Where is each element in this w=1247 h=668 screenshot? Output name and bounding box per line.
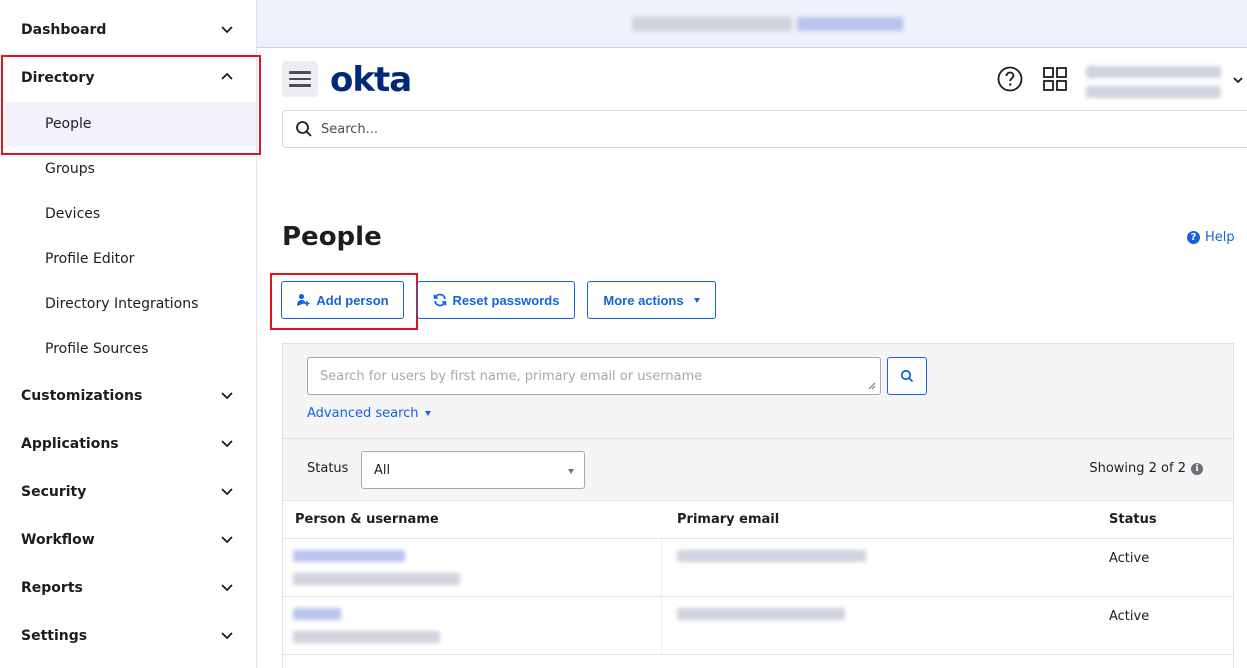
- top-banner: [257, 0, 1247, 48]
- help-link[interactable]: ? Help: [1187, 230, 1235, 245]
- redacted-email: [677, 550, 866, 562]
- people-panel: Advanced search Status All Showing 2 of …: [282, 343, 1234, 668]
- resize-grip-icon[interactable]: [868, 382, 876, 390]
- redacted-username: [293, 631, 440, 643]
- column-header-email[interactable]: Primary email: [677, 512, 779, 527]
- global-search[interactable]: [282, 110, 1247, 148]
- sidebar-item-settings[interactable]: Settings: [0, 614, 256, 658]
- help-circle-icon[interactable]: [997, 66, 1023, 92]
- chevron-down-icon: [221, 632, 233, 640]
- sidebar-item-profile-editor[interactable]: Profile Editor: [0, 237, 256, 281]
- redacted-username: [293, 573, 460, 585]
- sidebar-item-label: Devices: [45, 206, 101, 222]
- sidebar-item-label: Security: [21, 484, 87, 500]
- add-person-icon: [297, 293, 310, 306]
- sidebar: Dashboard Directory People Groups Device…: [0, 0, 257, 668]
- column-header-status[interactable]: Status: [1109, 512, 1157, 527]
- refresh-icon: [433, 293, 446, 307]
- table-row[interactable]: Active: [283, 597, 1233, 655]
- sidebar-item-label: Settings: [21, 628, 88, 644]
- sidebar-item-label: Dashboard: [21, 22, 107, 38]
- chevron-down-icon[interactable]: [1232, 74, 1244, 86]
- sidebar-item-groups[interactable]: Groups: [0, 147, 256, 191]
- sidebar-item-label: Profile Sources: [45, 341, 149, 357]
- advanced-search-label: Advanced search: [307, 406, 419, 421]
- sidebar-item-label: Directory: [21, 70, 95, 86]
- hamburger-icon: [289, 71, 311, 74]
- redacted-person-name[interactable]: [293, 550, 405, 562]
- status-select-value: All: [374, 462, 391, 478]
- redacted-person-name[interactable]: [293, 608, 341, 620]
- apps-grid-icon[interactable]: [1042, 66, 1068, 92]
- results-count-label: Showing 2 of 2: [1089, 461, 1186, 476]
- info-icon[interactable]: i: [1191, 462, 1203, 475]
- chevron-down-icon: [221, 584, 233, 592]
- sidebar-item-label: Workflow: [21, 532, 95, 548]
- user-search-area: Advanced search: [283, 344, 1233, 439]
- status-cell: Active: [1109, 551, 1150, 566]
- redacted-user-name[interactable]: [1086, 66, 1221, 78]
- add-person-label: Add person: [316, 292, 389, 308]
- status-filter-label: Status: [307, 461, 349, 476]
- search-icon: [900, 369, 914, 383]
- caret-down-icon: [693, 297, 700, 303]
- status-cell: Active: [1109, 609, 1150, 624]
- sidebar-item-label: Reports: [21, 580, 83, 596]
- redacted-email: [677, 608, 845, 620]
- search-icon: [296, 121, 312, 137]
- reset-passwords-button[interactable]: Reset passwords: [417, 281, 575, 319]
- status-select[interactable]: All: [361, 451, 585, 489]
- sidebar-item-customizations[interactable]: Customizations: [0, 374, 256, 418]
- results-count: Showing 2 of 2 i: [1089, 461, 1203, 476]
- column-divider: [661, 597, 662, 655]
- hamburger-icon-bar: [289, 84, 311, 87]
- sidebar-item-profile-sources[interactable]: Profile Sources: [0, 327, 256, 371]
- column-header-person[interactable]: Person & username: [295, 512, 439, 527]
- sidebar-item-label: People: [45, 116, 92, 132]
- sidebar-item-label: Groups: [45, 161, 95, 177]
- chevron-down-icon: [221, 26, 233, 34]
- user-search-button[interactable]: [887, 357, 927, 395]
- user-search-input[interactable]: [320, 368, 868, 384]
- redacted-user-org: [1086, 86, 1221, 98]
- help-icon: ?: [1187, 231, 1200, 244]
- table-row[interactable]: Active: [283, 539, 1233, 597]
- page-title: People: [282, 222, 382, 252]
- okta-logo[interactable]: okta: [330, 58, 412, 102]
- chevron-down-icon: [221, 440, 233, 448]
- redacted-link: [797, 17, 903, 31]
- menu-toggle-button[interactable]: [282, 61, 318, 97]
- user-search-field[interactable]: [307, 357, 881, 395]
- global-search-input[interactable]: [321, 121, 921, 137]
- redacted-text: [632, 17, 792, 31]
- more-actions-label: More actions: [603, 292, 684, 308]
- add-person-button[interactable]: Add person: [281, 281, 404, 319]
- sidebar-item-reports[interactable]: Reports: [0, 566, 256, 610]
- sidebar-item-label: Profile Editor: [45, 251, 135, 267]
- chevron-down-icon: [221, 488, 233, 496]
- caret-down-icon: [424, 411, 431, 416]
- sidebar-item-label: Directory Integrations: [45, 296, 199, 312]
- sidebar-item-directory-integrations[interactable]: Directory Integrations: [0, 282, 256, 326]
- sidebar-item-devices[interactable]: Devices: [0, 192, 256, 236]
- sidebar-item-label: Applications: [21, 436, 119, 452]
- hamburger-icon-bar: [289, 77, 311, 81]
- sidebar-item-security[interactable]: Security: [0, 470, 256, 514]
- chevron-down-icon: [221, 392, 233, 400]
- sidebar-item-directory[interactable]: Directory: [0, 56, 256, 100]
- chevron-down-icon: [221, 536, 233, 544]
- sidebar-item-dashboard[interactable]: Dashboard: [0, 8, 256, 52]
- caret-down-icon: [568, 469, 574, 474]
- advanced-search-link[interactable]: Advanced search: [307, 406, 431, 421]
- help-link-label: Help: [1205, 230, 1235, 245]
- filter-row: Status All Showing 2 of 2 i: [283, 439, 1233, 501]
- sidebar-item-workflow[interactable]: Workflow: [0, 518, 256, 562]
- reset-passwords-label: Reset passwords: [452, 292, 560, 308]
- column-divider: [661, 539, 662, 597]
- sidebar-item-label: Customizations: [21, 388, 143, 404]
- more-actions-button[interactable]: More actions: [587, 281, 716, 319]
- sidebar-item-people[interactable]: People: [5, 102, 256, 146]
- sidebar-item-applications[interactable]: Applications: [0, 422, 256, 466]
- chevron-up-icon: [221, 72, 233, 80]
